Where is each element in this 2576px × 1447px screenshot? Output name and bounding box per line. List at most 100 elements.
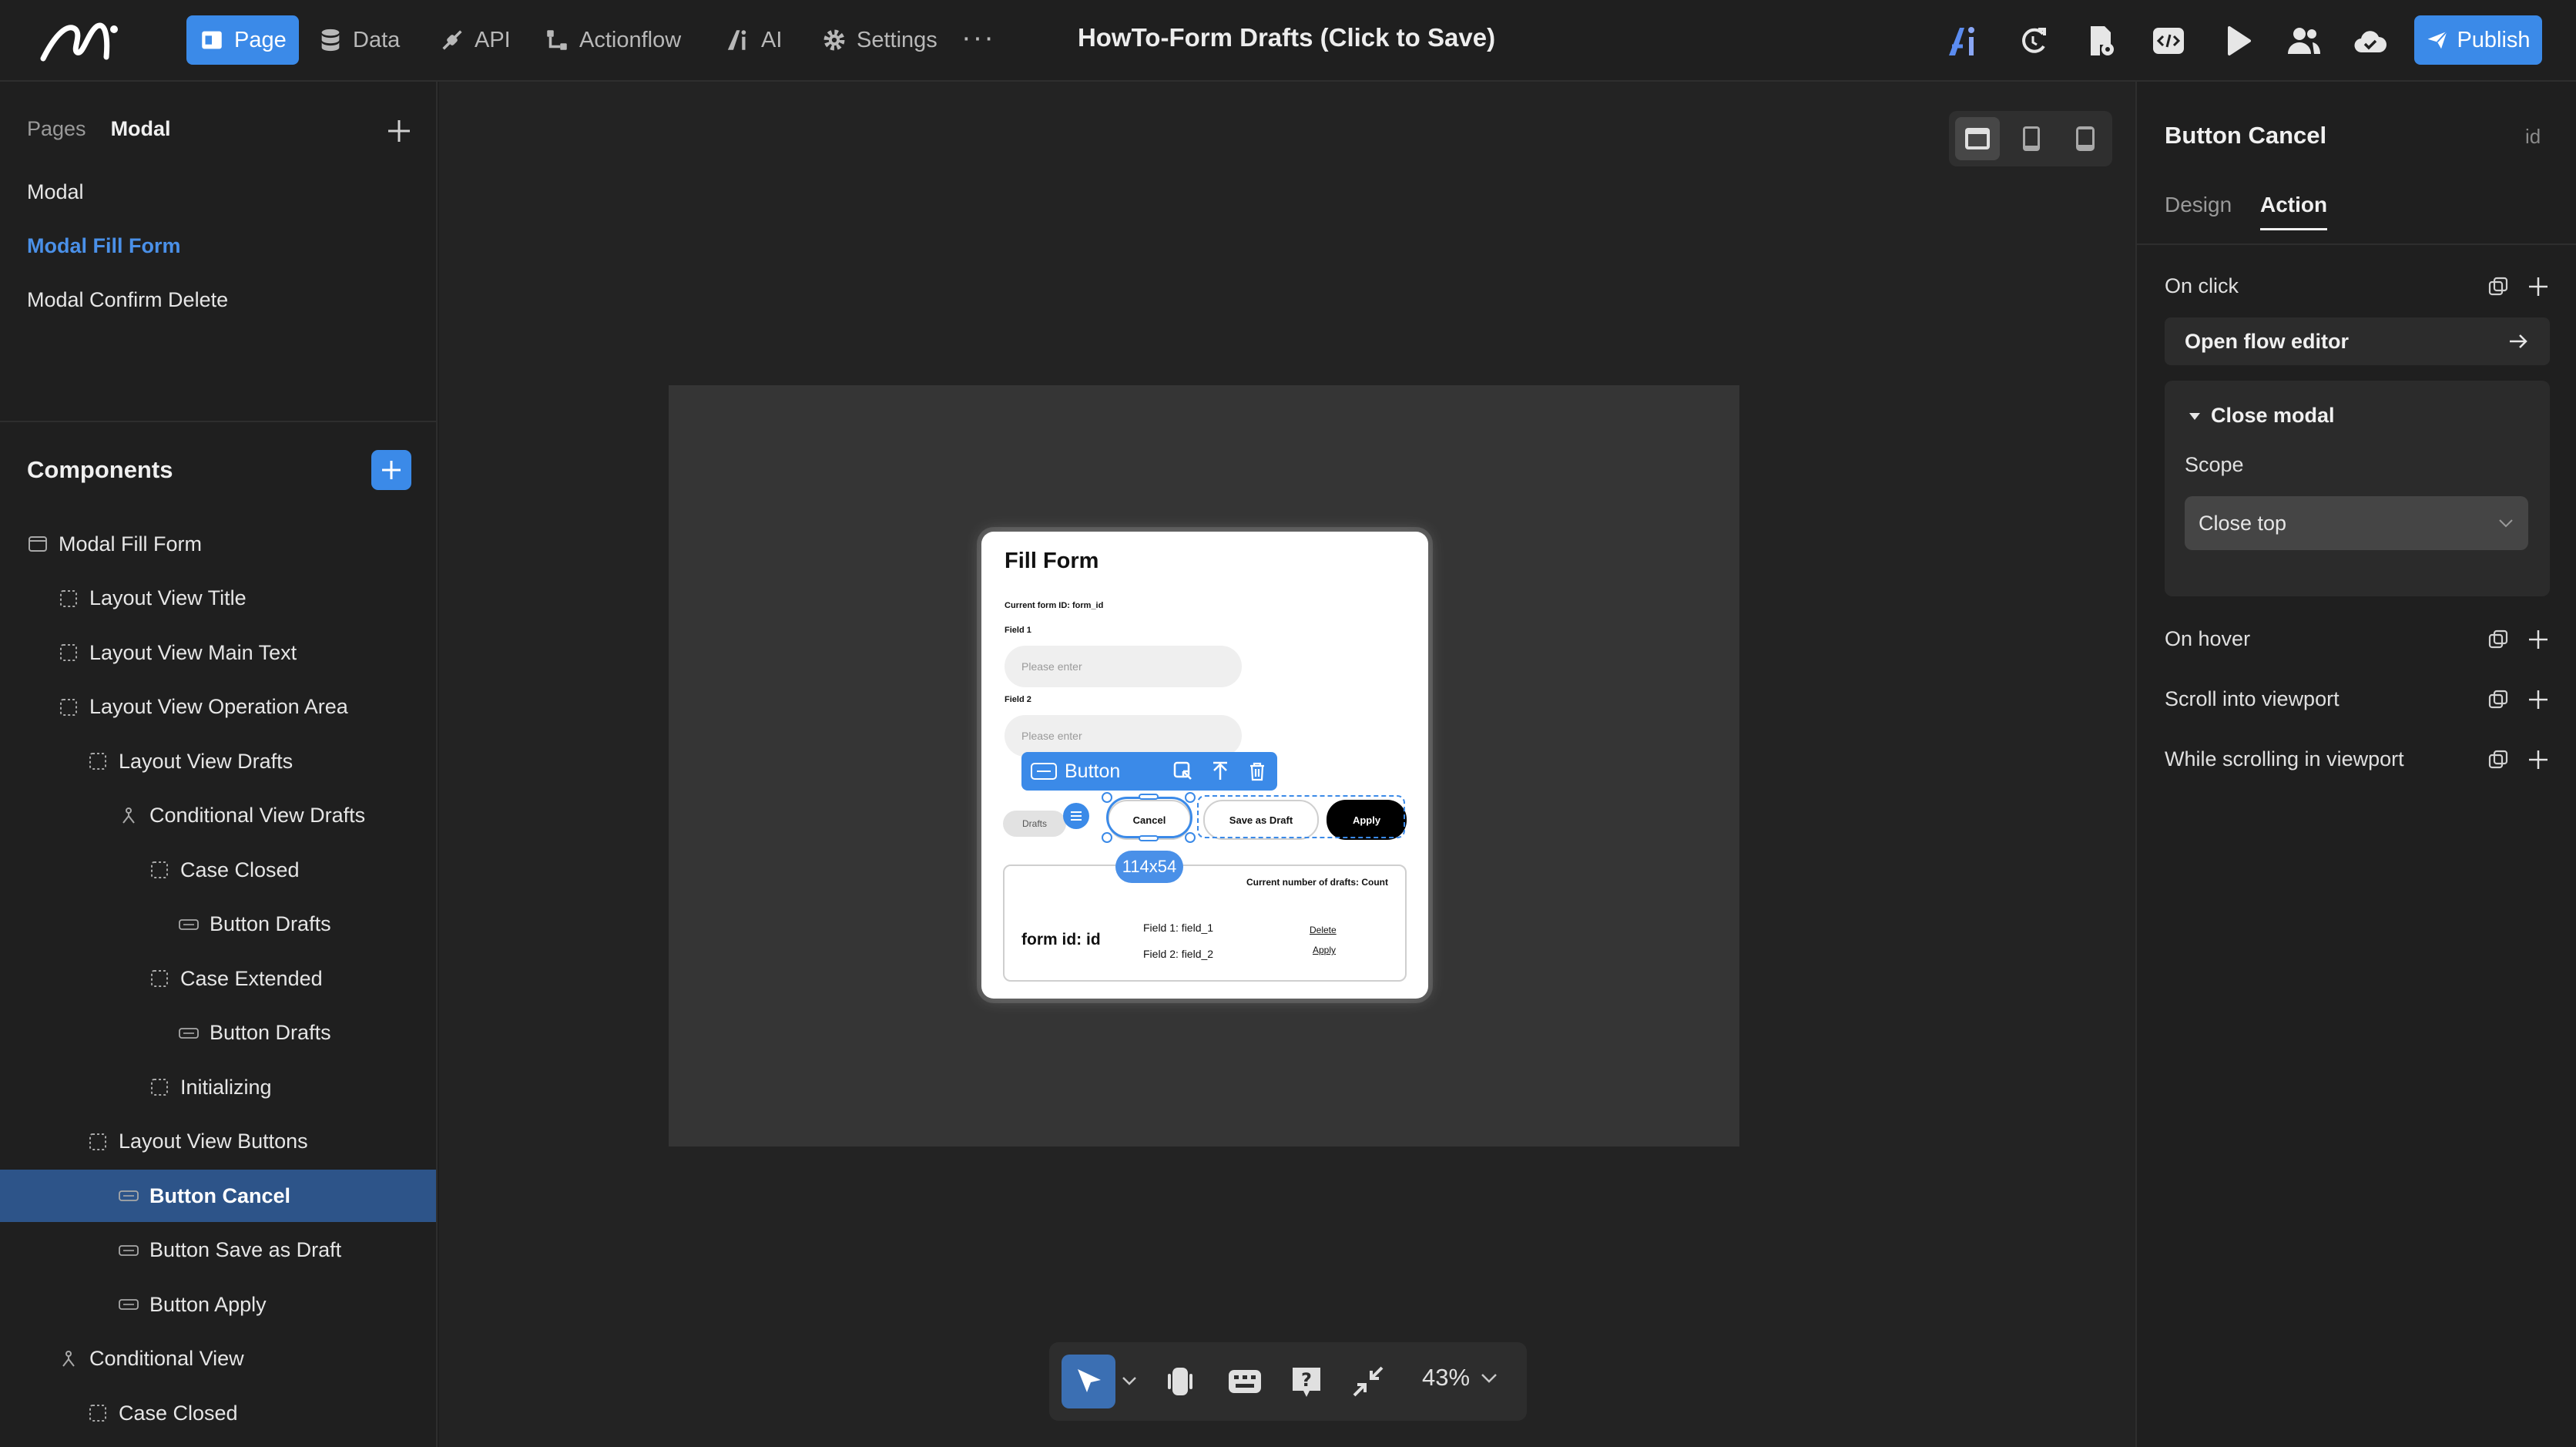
component-id-label[interactable]: id	[2525, 125, 2541, 149]
keyboard-shortcuts-icon[interactable]	[1226, 1363, 1263, 1400]
file-settings-icon[interactable]	[2083, 23, 2118, 59]
tree-item[interactable]: Button Drafts	[0, 898, 436, 951]
copy-action-icon[interactable]	[2487, 628, 2510, 651]
resize-handle-top-right[interactable]	[1185, 792, 1196, 803]
resize-handle-bottom[interactable]	[1139, 835, 1159, 841]
add-component-button[interactable]	[371, 450, 411, 490]
nav-ai[interactable]: AI	[713, 15, 794, 65]
nav-settings[interactable]: Settings	[809, 15, 950, 65]
collapse-icon[interactable]	[1350, 1363, 1387, 1400]
nav-api[interactable]: API	[427, 15, 523, 65]
desktop-view-button[interactable]	[1955, 117, 2000, 160]
chevron-down-icon	[2499, 519, 2513, 528]
action-header[interactable]: Close modal	[2188, 404, 2335, 428]
add-page-icon[interactable]	[385, 117, 413, 145]
document-title[interactable]: HowTo-Form Drafts (Click to Save)	[1048, 23, 1525, 52]
field1-label[interactable]: Field 1	[1005, 626, 1031, 635]
left-panel: Pages Modal Modal Modal Fill Form Modal …	[0, 82, 438, 1447]
copy-action-icon[interactable]	[2487, 688, 2510, 711]
nav-ai-label: AI	[761, 27, 783, 52]
play-preview-icon[interactable]	[2220, 23, 2256, 59]
app-logo[interactable]	[39, 18, 123, 63]
select-tool-button[interactable]	[1062, 1355, 1115, 1408]
delete-icon[interactable]	[1246, 760, 1268, 782]
tab-action[interactable]: Action	[2260, 193, 2328, 230]
tree-item[interactable]: Layout View Operation Area	[0, 681, 436, 734]
copy-action-icon[interactable]	[2487, 748, 2510, 771]
current-form-id-text[interactable]: Current form ID: form_id	[1005, 601, 1103, 610]
tablet-view-button[interactable]	[2009, 117, 2054, 160]
mobile-view-button[interactable]	[2063, 117, 2108, 160]
draft-id-text[interactable]: form id: id	[1021, 931, 1101, 949]
tree-item[interactable]: Layout View Main Text	[0, 626, 436, 679]
scope-select[interactable]: Close top	[2185, 496, 2528, 550]
tree-item[interactable]: Button Apply	[0, 1278, 436, 1331]
selected-element-outline[interactable]	[1106, 797, 1192, 838]
conditional-icon	[122, 807, 135, 824]
nav-page[interactable]: Page	[186, 15, 299, 65]
apply-draft-link[interactable]: Apply	[1313, 945, 1336, 955]
tree-item[interactable]: Case Closed	[0, 844, 436, 896]
zoom-control[interactable]: 43%	[1422, 1364, 1499, 1392]
copy-action-icon[interactable]	[2487, 275, 2510, 298]
while-scrolling-label: While scrolling in viewport	[2165, 747, 2404, 771]
hand-tool-icon[interactable]	[1162, 1363, 1199, 1400]
tab-pages[interactable]: Pages	[27, 117, 86, 141]
delete-draft-link[interactable]: Delete	[1310, 925, 1337, 935]
refresh-icon[interactable]	[2015, 23, 2051, 59]
tree-item[interactable]: Conditional View Drafts	[0, 790, 436, 842]
resize-handle-bottom-right[interactable]	[1185, 832, 1196, 843]
tree-item-label: Button Save as Draft	[149, 1238, 342, 1261]
arrow-right-icon	[2510, 334, 2527, 348]
tree-item[interactable]: Initializing	[0, 1061, 436, 1113]
tab-design[interactable]: Design	[2165, 193, 2232, 217]
component-name[interactable]: Button Cancel	[2165, 122, 2326, 149]
tree-item[interactable]: Button Drafts	[0, 1007, 436, 1059]
help-icon[interactable]: ?	[1288, 1363, 1325, 1400]
tree-item[interactable]: Button Cancel	[0, 1170, 436, 1222]
select-parent-icon[interactable]	[1172, 760, 1194, 782]
field2-input[interactable]: Please enter	[1005, 715, 1242, 757]
tree-item-label: Initializing	[180, 1075, 272, 1099]
tree-item[interactable]: Conditional View	[0, 1333, 436, 1385]
tree-item[interactable]: Button Save as Draft	[0, 1224, 436, 1277]
page-item-modal-fill-form[interactable]: Modal Fill Form	[27, 234, 181, 258]
collaborators-icon[interactable]	[2286, 23, 2322, 59]
drafts-count-text[interactable]: Current number of drafts: Count	[1246, 877, 1388, 888]
draft-field2-text[interactable]: Field 2: field_2	[1143, 948, 1213, 960]
code-icon[interactable]	[2151, 23, 2186, 59]
nav-data[interactable]: Data	[305, 15, 412, 65]
tree-item[interactable]: Layout View Buttons	[0, 1116, 436, 1168]
resize-handle-top-left[interactable]	[1102, 792, 1112, 803]
nav-actionflow[interactable]: Actionflow	[532, 15, 693, 65]
move-up-icon[interactable]	[1209, 760, 1231, 782]
tree-item[interactable]: Layout View Drafts	[0, 735, 436, 787]
cloud-sync-icon[interactable]	[2353, 23, 2388, 59]
drafts-menu-icon[interactable]	[1063, 803, 1089, 829]
tree-item[interactable]: Case Extended	[0, 952, 436, 1005]
tab-modal[interactable]: Modal	[111, 117, 171, 141]
ai-assistant-icon[interactable]	[1946, 23, 1981, 59]
add-action-icon[interactable]	[2527, 628, 2550, 651]
open-flow-editor-button[interactable]: Open flow editor	[2165, 317, 2550, 365]
drafts-button[interactable]: Drafts	[1003, 811, 1066, 837]
resize-handle-bottom-left[interactable]	[1102, 832, 1112, 843]
chevron-down-icon[interactable]	[1120, 1373, 1139, 1388]
tree-item[interactable]: Modal Fill Form	[0, 518, 436, 570]
publish-button[interactable]: Publish	[2414, 15, 2542, 65]
resize-handle-top[interactable]	[1139, 794, 1159, 800]
tree-item[interactable]: Case Closed	[0, 1387, 436, 1439]
add-action-icon[interactable]	[2527, 688, 2550, 711]
field1-input[interactable]: Please enter	[1005, 646, 1242, 687]
more-menu-button[interactable]: ···	[961, 23, 995, 52]
page-item-modal[interactable]: Modal	[27, 180, 84, 204]
add-action-icon[interactable]	[2527, 275, 2550, 298]
mobile-icon	[2076, 126, 2095, 151]
modal-title[interactable]: Fill Form	[1005, 549, 1098, 574]
page-item-modal-confirm-delete[interactable]: Modal Confirm Delete	[27, 288, 228, 312]
tree-item-label: Case Extended	[180, 966, 323, 990]
field2-label[interactable]: Field 2	[1005, 695, 1031, 704]
add-action-icon[interactable]	[2527, 748, 2550, 771]
draft-field1-text[interactable]: Field 1: field_1	[1143, 922, 1213, 934]
tree-item[interactable]: Layout View Title	[0, 572, 436, 625]
